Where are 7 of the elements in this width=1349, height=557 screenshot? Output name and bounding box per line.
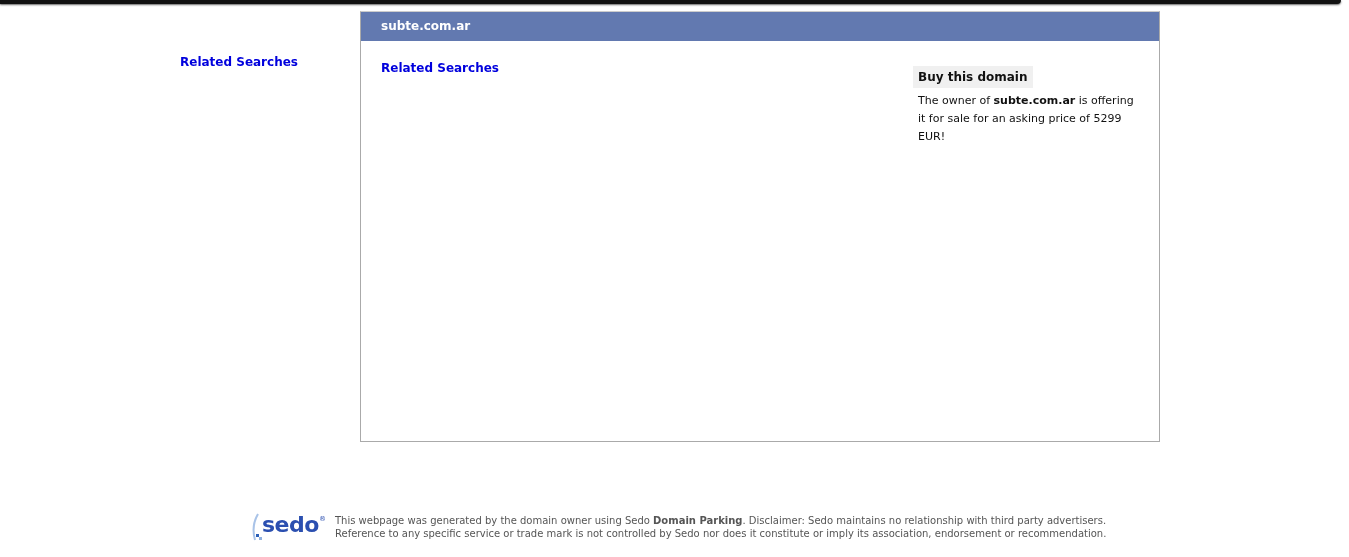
disclaimer-text: This webpage was generated by the domain owner using Sedo Domain Parking. Disclaimer: Sedo maintains no relationship with third party advertisers. Reference to any specific service or trade mark is not controlled by Sedo nor does it constitute or imply its association, endorsement or recommendation. bbox=[335, 514, 1108, 540]
related-searches-link[interactable]: Related Searches bbox=[381, 61, 499, 75]
sedo-logo[interactable]: sedo$^{®}$ bbox=[250, 512, 335, 542]
sale-offer-text: The owner of subte.com.ar is offering it for sale for an asking price of 5299 EUR! bbox=[917, 93, 1135, 145]
buy-domain-heading: Buy this domain bbox=[913, 66, 1033, 88]
domain-title-bar: subte.com.ar bbox=[361, 12, 1159, 41]
related-searches-link[interactable]: Related Searches bbox=[180, 55, 298, 69]
